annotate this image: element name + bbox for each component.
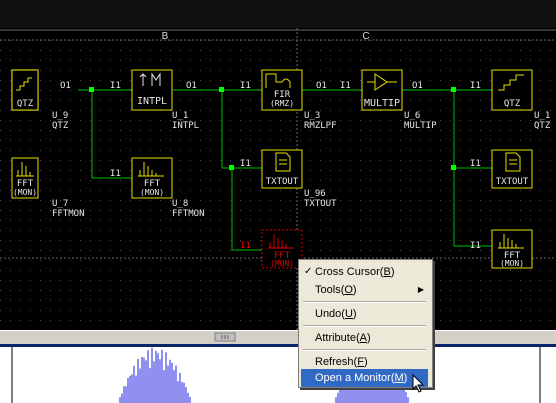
block-type-label: TXTOUT — [266, 177, 299, 187]
horizontal-scrollbar[interactable] — [0, 330, 556, 344]
in-port-label: I1 — [240, 241, 251, 251]
menu-item-label: Attribute — [315, 332, 356, 344]
in-port-label: I1 — [240, 159, 251, 169]
menu-item-accel-key: F — [357, 356, 364, 368]
block-sub-label: (MON) — [13, 188, 37, 197]
block-sub-label: (MON) — [270, 259, 294, 268]
block-type-label: MULTIP — [364, 98, 400, 109]
block-sub-label: (MON) — [500, 259, 524, 268]
block-instance-name: U_3 — [304, 111, 320, 121]
in-port-label: I1 — [470, 159, 481, 169]
block-type-label: QTZ — [504, 99, 521, 109]
block-type-name: QTZ — [534, 121, 551, 131]
mouse-cursor-icon — [412, 374, 425, 393]
block-instance-name: U_6 — [404, 111, 420, 121]
in-port-label: I1 — [470, 81, 481, 91]
menu-item-tools[interactable]: Tools(O) ▶ — [301, 281, 428, 299]
menu-separator — [303, 349, 426, 351]
out-port-label: O1 — [186, 81, 197, 91]
menu-item-accel-key: A — [359, 332, 367, 344]
submenu-arrow-icon: ▶ — [417, 285, 424, 294]
in-port-label: I1 — [340, 81, 351, 91]
block-sub-label: (MON) — [140, 188, 164, 197]
block-diagram-canvas[interactable]: B C QTZ O1 U_9 QTZ INTPL I1 O1 U_1 INTPL… — [0, 0, 556, 403]
context-menu[interactable]: ✓ Cross Cursor(B) Tools(O) ▶ Undo(U) Att… — [298, 259, 433, 388]
block-type-label: TXTOUT — [496, 177, 529, 187]
block-type-name: MULTIP — [404, 121, 437, 131]
menu-item-label: Undo — [315, 308, 342, 320]
menu-item-label: Open a Monitor — [315, 372, 391, 384]
menu-separator — [303, 301, 426, 303]
in-port-label: I1 — [110, 169, 121, 179]
menu-item-attribute[interactable]: Attribute(A) — [301, 329, 428, 347]
column-label-b: B — [162, 31, 169, 42]
block-instance-name: U_1 — [534, 111, 550, 121]
menu-item-label: Tools — [315, 284, 341, 296]
menu-item-undo[interactable]: Undo(U) — [301, 305, 428, 323]
block-instance-name: U_9 — [52, 111, 68, 121]
block-instance-name: U_8 — [172, 199, 188, 209]
menu-item-accel-key: O — [344, 284, 353, 296]
block-type-name: INTPL — [172, 121, 199, 131]
block-type-name: RMZLPF — [304, 121, 337, 131]
block-type-name: QTZ — [52, 121, 69, 131]
out-port-label: O1 — [316, 81, 327, 91]
block-sub-label: (RMZ) — [270, 99, 294, 108]
menu-item-label: Refresh — [315, 356, 354, 368]
column-label-c: C — [362, 31, 369, 42]
block-instance-name: U_1 — [172, 111, 188, 121]
check-icon: ✓ — [304, 266, 313, 277]
menu-item-label: Cross Cursor — [315, 266, 380, 278]
menu-item-accel-key: U — [344, 308, 353, 320]
menu-item-accel-key: B — [383, 266, 391, 278]
pane-splitter[interactable] — [0, 344, 556, 347]
in-port-label: I1 — [110, 81, 121, 91]
block-type-name: FFTMON — [172, 209, 205, 219]
menu-separator — [303, 325, 426, 327]
block-type-label: QTZ — [17, 99, 34, 109]
block-type-label: INTPL — [137, 96, 167, 107]
block-instance-name: U_96 — [304, 189, 326, 199]
in-port-label: I1 — [240, 81, 251, 91]
out-port-label: O1 — [60, 81, 71, 91]
menu-item-open-monitor[interactable]: Open a Monitor(M) — [301, 369, 428, 387]
waveform-pane — [0, 347, 556, 403]
block-type-name: FFTMON — [52, 209, 85, 219]
out-port-label: O1 — [412, 81, 423, 91]
block-instance-name: U_7 — [52, 199, 68, 209]
menu-item-accel-key: M — [394, 372, 404, 384]
menu-item-cross-cursor[interactable]: ✓ Cross Cursor(B) — [301, 263, 428, 281]
block-type-name: TXTOUT — [304, 199, 337, 209]
in-port-label: I1 — [470, 241, 481, 251]
